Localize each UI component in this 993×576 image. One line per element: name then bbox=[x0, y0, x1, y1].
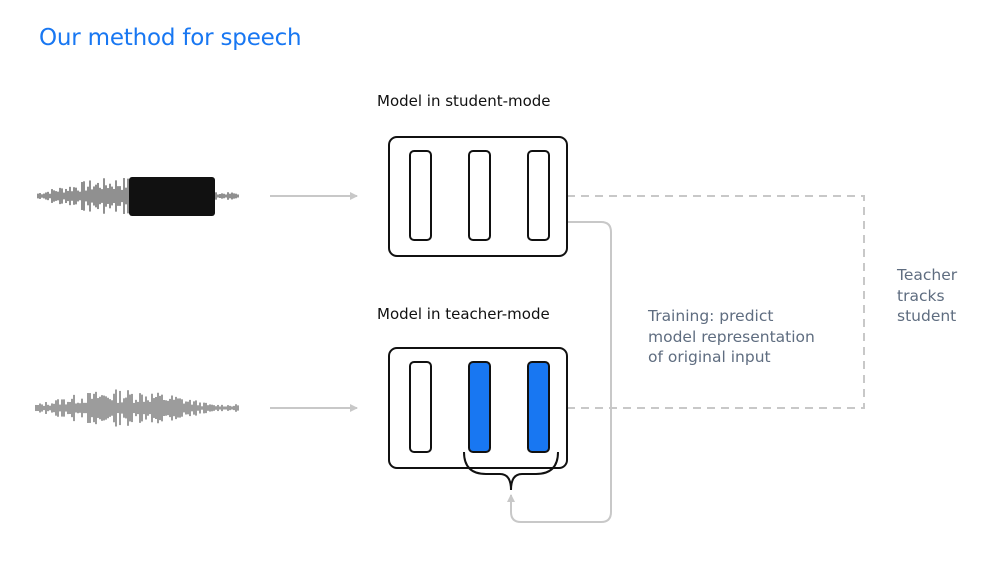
teacher-block-2 bbox=[468, 361, 491, 453]
student-block-2 bbox=[468, 150, 491, 241]
teacher-block-3 bbox=[527, 361, 550, 453]
original-waveform bbox=[35, 389, 239, 427]
student-block-1 bbox=[409, 150, 432, 241]
mask-block bbox=[129, 177, 215, 216]
diagram-canvas bbox=[35, 136, 865, 523]
student-block-3 bbox=[527, 150, 550, 241]
teacher-block-1 bbox=[409, 361, 432, 453]
